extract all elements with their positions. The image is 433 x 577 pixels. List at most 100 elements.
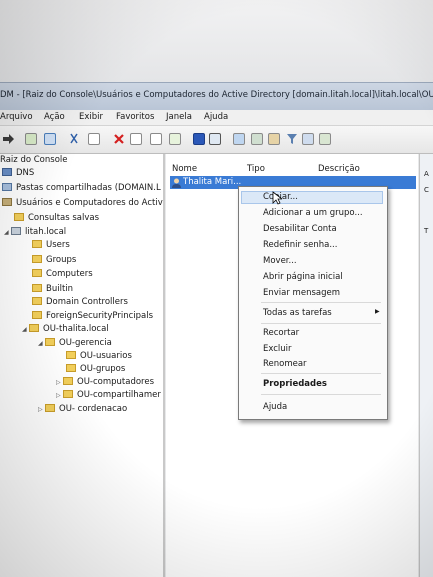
menu-item-move[interactable]: Mover...	[263, 256, 297, 266]
menu-item-rename[interactable]: Renomear	[263, 359, 307, 369]
menu-arquivo[interactable]: Arquivo	[0, 112, 33, 122]
tree-item[interactable]: ◢ OU-gerencia	[38, 338, 112, 348]
tree-item[interactable]: ForeignSecurityPrincipals	[32, 311, 153, 321]
menu-item-properties[interactable]: Propriedades	[263, 379, 327, 389]
actions-letter: A	[424, 170, 429, 178]
tree-item[interactable]: ◢ OU-thalita.local	[22, 324, 109, 334]
menu-item-all-tasks[interactable]: Todas as tarefas	[263, 308, 332, 318]
menu-item-add-to-group[interactable]: Adicionar a um grupo...	[263, 208, 363, 218]
find-icon[interactable]	[302, 133, 314, 145]
cut-icon[interactable]	[68, 133, 80, 145]
properties-icon[interactable]	[130, 133, 142, 145]
tree-item[interactable]: Builtin	[32, 284, 73, 294]
expand-icon[interactable]: ▷	[38, 406, 45, 413]
menu-acao[interactable]: Ação	[44, 112, 65, 122]
folder-icon	[32, 269, 42, 277]
window-title-bar[interactable]: DM - [Raiz do Console\Usuários e Computa…	[0, 82, 433, 111]
menu-item-help[interactable]: Ajuda	[263, 402, 287, 412]
tree-item[interactable]: ▷ OU- cordenacao	[38, 404, 127, 414]
tree-item[interactable]: Raiz do Console	[0, 155, 68, 165]
copy-icon[interactable]	[88, 133, 100, 145]
new-group-icon[interactable]	[251, 133, 263, 145]
window-title: DM - [Raiz do Console\Usuários e Computa…	[0, 90, 433, 100]
column-header-description[interactable]: Descrição	[318, 164, 360, 174]
menu-item-disable-account[interactable]: Desabilitar Conta	[263, 224, 337, 234]
actions-letter: C	[424, 186, 429, 194]
folder-icon	[32, 255, 42, 263]
tree-item[interactable]: ▷ OU-compartilhamer	[56, 390, 161, 400]
console-icon[interactable]	[209, 133, 221, 145]
menu-exibir[interactable]: Exibir	[79, 112, 103, 122]
tree-item[interactable]: Pastas compartilhadas (DOMAIN.L	[2, 183, 161, 193]
actions-letter: T	[424, 227, 429, 235]
ou-icon	[45, 338, 55, 346]
expand-icon[interactable]: ▷	[56, 379, 63, 386]
column-header-name[interactable]: Nome	[172, 164, 197, 174]
tree-label: OU-computadores	[77, 377, 155, 387]
collapse-icon[interactable]: ◢	[4, 229, 11, 236]
tree-item[interactable]: OU-grupos	[66, 364, 125, 374]
menu-item-send-message[interactable]: Enviar mensagem	[263, 288, 340, 298]
refresh-icon[interactable]	[150, 133, 162, 145]
user-icon	[172, 178, 181, 188]
ou-icon	[63, 390, 73, 398]
ou-icon	[66, 364, 76, 372]
show-tree-icon[interactable]	[44, 133, 56, 145]
tree-label: Domain Controllers	[46, 297, 128, 307]
menu-item-reset-password[interactable]: Redefinir senha...	[263, 240, 337, 250]
cut-glyph	[70, 133, 78, 144]
tree-label: OU-usuarios	[80, 351, 132, 361]
tree-label: OU- cordenacao	[59, 404, 128, 414]
tree-item[interactable]: Groups	[32, 255, 76, 265]
menu-favoritos[interactable]: Favoritos	[116, 112, 154, 122]
tree-label: litah.local	[25, 227, 67, 237]
tree-label: OU-compartilhamer	[77, 390, 161, 400]
actions-pane: A C T	[419, 154, 433, 577]
help-icon[interactable]	[193, 133, 205, 145]
column-header-type[interactable]: Tipo	[247, 164, 265, 174]
filter-icon[interactable]	[286, 133, 298, 145]
ou-icon	[66, 351, 76, 359]
up-folder-icon[interactable]	[25, 133, 37, 145]
ou-icon	[63, 377, 73, 385]
new-user-icon[interactable]	[233, 133, 245, 145]
tree-label: Builtin	[46, 284, 74, 294]
collapse-icon[interactable]: ◢	[38, 340, 45, 347]
ou-icon	[29, 324, 39, 332]
context-menu: Copiar... Adicionar a um grupo... Desabi…	[238, 186, 388, 420]
export-icon[interactable]	[169, 133, 181, 145]
menu-separator	[261, 373, 381, 374]
tree-label: Groups	[46, 255, 77, 265]
domain-icon	[11, 227, 21, 235]
new-ou-icon[interactable]	[268, 133, 280, 145]
toolbar	[0, 126, 433, 154]
menu-bar: Arquivo Ação Exibir Favoritos Janela Aju…	[0, 110, 433, 126]
delete-icon[interactable]	[113, 133, 125, 145]
tree-label: Pastas compartilhadas (DOMAIN.L	[16, 183, 161, 193]
tree-item[interactable]: Domain Controllers	[32, 297, 128, 307]
ad-users-computers-icon	[2, 198, 12, 206]
ou-icon	[45, 404, 55, 412]
menu-ajuda[interactable]: Ajuda	[204, 112, 228, 122]
menu-item-cut[interactable]: Recortar	[263, 328, 299, 338]
expand-icon[interactable]: ▷	[56, 392, 63, 399]
tree-label: OU-gerencia	[59, 338, 112, 348]
tree-item[interactable]: Usuários e Computadores do Activ	[2, 198, 163, 208]
menu-item-delete[interactable]: Excluir	[263, 344, 292, 354]
collapse-icon[interactable]: ◢	[22, 326, 29, 333]
tree-item[interactable]: Consultas salvas	[14, 213, 99, 223]
forward-arrow-icon[interactable]	[2, 133, 14, 145]
menu-janela[interactable]: Janela	[166, 112, 192, 122]
folder-icon	[14, 213, 24, 221]
tree-item[interactable]: OU-usuarios	[66, 351, 132, 361]
tree-label: Consultas salvas	[28, 213, 100, 223]
tree-item[interactable]: Users	[32, 240, 70, 250]
submenu-arrow-icon: ▶	[375, 308, 380, 315]
tree-item[interactable]: DNS	[2, 168, 34, 178]
menu-item-open-home-page[interactable]: Abrir página inicial	[263, 272, 343, 282]
menu-separator	[261, 302, 381, 303]
tree-item[interactable]: ◢ litah.local	[4, 227, 66, 237]
tree-item[interactable]: ▷ OU-computadores	[56, 377, 154, 387]
add-to-group-icon[interactable]	[319, 133, 331, 145]
tree-item[interactable]: Computers	[32, 269, 93, 279]
